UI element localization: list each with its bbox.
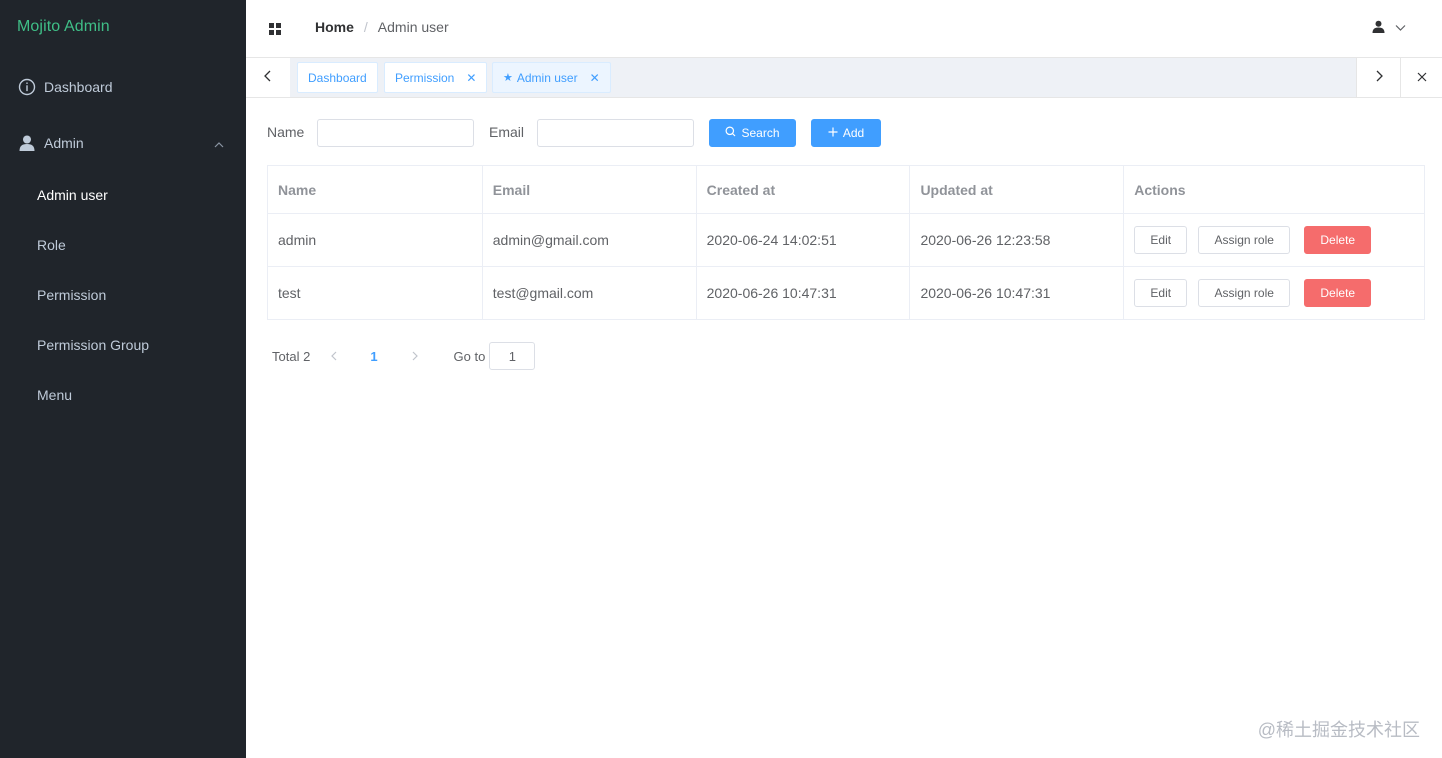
chevron-right-icon[interactable] [411,349,419,364]
table-row: test test@gmail.com 2020-06-26 10:47:31 … [267,266,1425,320]
email-input[interactable] [537,119,694,147]
assign-role-button[interactable]: Assign role [1198,279,1291,307]
table-header-row: Name Email Created at Updated at Actions [267,165,1425,214]
close-icon[interactable]: ✕ [590,71,600,85]
sidebar-item-label: Role [37,237,66,253]
sidebar-item-role[interactable]: Role [0,225,246,265]
chevron-left-icon[interactable] [330,349,338,364]
cell-name: test [267,266,483,320]
cell-name: admin [267,213,483,267]
grid-icon[interactable] [269,22,281,35]
chevron-up-icon [214,137,224,153]
tab-label: Permission [395,70,455,85]
cell-updated-at: 2020-06-26 10:47:31 [909,266,1125,320]
tab-permission[interactable]: Permission ✕ [384,62,488,93]
admin-user-table: Name Email Created at Updated at Actions… [267,165,1425,320]
sidebar-item-label: Dashboard [44,79,113,95]
sidebar-item-admin[interactable]: Admin [0,123,246,163]
name-label: Name [267,124,305,140]
add-button-label: Add [842,126,865,140]
pagination-goto-label: Go to [453,348,486,364]
sidebar-item-dashboard[interactable]: Dashboard [0,67,246,107]
delete-button[interactable]: Delete [1304,226,1372,254]
tabs-bar: Dashboard Permission ✕ ★ Admin user ✕ [246,57,1442,98]
search-icon [725,126,736,140]
sidebar: Mojito Admin Dashboard Admin Admin user … [0,0,246,758]
cell-updated-at: 2020-06-26 12:23:58 [909,213,1125,267]
top-header: Home / Admin user [246,0,1442,57]
table-row: admin admin@gmail.com 2020-06-24 14:02:5… [267,213,1425,267]
column-header-created-at: Created at [695,165,911,214]
cell-actions: Edit Assign role Delete [1123,213,1425,267]
star-icon: ★ [503,72,513,84]
cell-actions: Edit Assign role Delete [1123,266,1425,320]
sidebar-item-label: Permission [37,287,107,303]
search-button-label: Search [741,126,780,140]
tab-dashboard[interactable]: Dashboard [297,62,378,93]
tab-admin-user[interactable]: ★ Admin user ✕ [492,62,611,93]
close-all-tabs-button[interactable] [1400,58,1442,97]
close-icon[interactable]: ✕ [466,71,476,85]
edit-button[interactable]: Edit [1134,279,1188,307]
cell-created-at: 2020-06-24 14:02:51 [695,213,911,267]
pagination-total: Total 2 [272,348,311,364]
email-label: Email [489,124,525,140]
close-icon [1417,69,1427,87]
breadcrumb-home[interactable]: Home [315,19,354,35]
column-header-actions: Actions [1123,165,1425,214]
assign-role-button[interactable]: Assign role [1198,226,1291,254]
cell-email: admin@gmail.com [481,213,697,267]
pagination: Total 2 1 Go to [272,342,536,370]
sidebar-item-label: Permission Group [37,337,150,353]
breadcrumb: Home / Admin user [315,19,449,35]
name-input[interactable] [317,119,474,147]
user-icon [17,133,37,153]
chevron-left-icon [263,69,273,87]
column-header-updated-at: Updated at [909,165,1125,214]
app-brand[interactable]: Mojito Admin [17,18,110,36]
tab-label: Admin user [516,70,578,85]
breadcrumb-separator: / [363,19,368,35]
edit-button[interactable]: Edit [1134,226,1188,254]
sidebar-item-label: Menu [37,387,73,403]
pagination-goto-input[interactable] [489,342,536,370]
info-circle-icon [17,77,37,97]
user-dropdown[interactable] [1372,20,1406,38]
cell-email: test@gmail.com [481,266,697,320]
column-header-email: Email [481,165,697,214]
pagination-page-current[interactable]: 1 [370,349,377,364]
cell-created-at: 2020-06-26 10:47:31 [695,266,911,320]
delete-button[interactable]: Delete [1304,279,1372,307]
sidebar-item-admin-user[interactable]: Admin user [0,175,246,215]
tabs-scroll-right-button[interactable] [1356,58,1400,97]
sidebar-item-label: Admin user [37,187,108,203]
column-header-name: Name [267,165,483,214]
chevron-right-icon [1374,69,1384,87]
chevron-down-icon [1395,20,1406,38]
breadcrumb-current: Admin user [377,19,449,35]
add-button[interactable]: Add [811,119,881,147]
sidebar-item-label: Admin [44,135,84,151]
plus-icon [828,126,838,140]
sidebar-item-permission[interactable]: Permission [0,275,246,315]
sidebar-item-menu[interactable]: Menu [0,375,246,415]
sidebar-item-permission-group[interactable]: Permission Group [0,325,246,365]
tabs-scroll-left-button[interactable] [246,58,290,97]
watermark: @稀土掘金技术社区 [1257,720,1420,740]
search-button[interactable]: Search [709,119,796,147]
user-icon [1372,20,1385,38]
tab-label: Dashboard [308,70,367,85]
